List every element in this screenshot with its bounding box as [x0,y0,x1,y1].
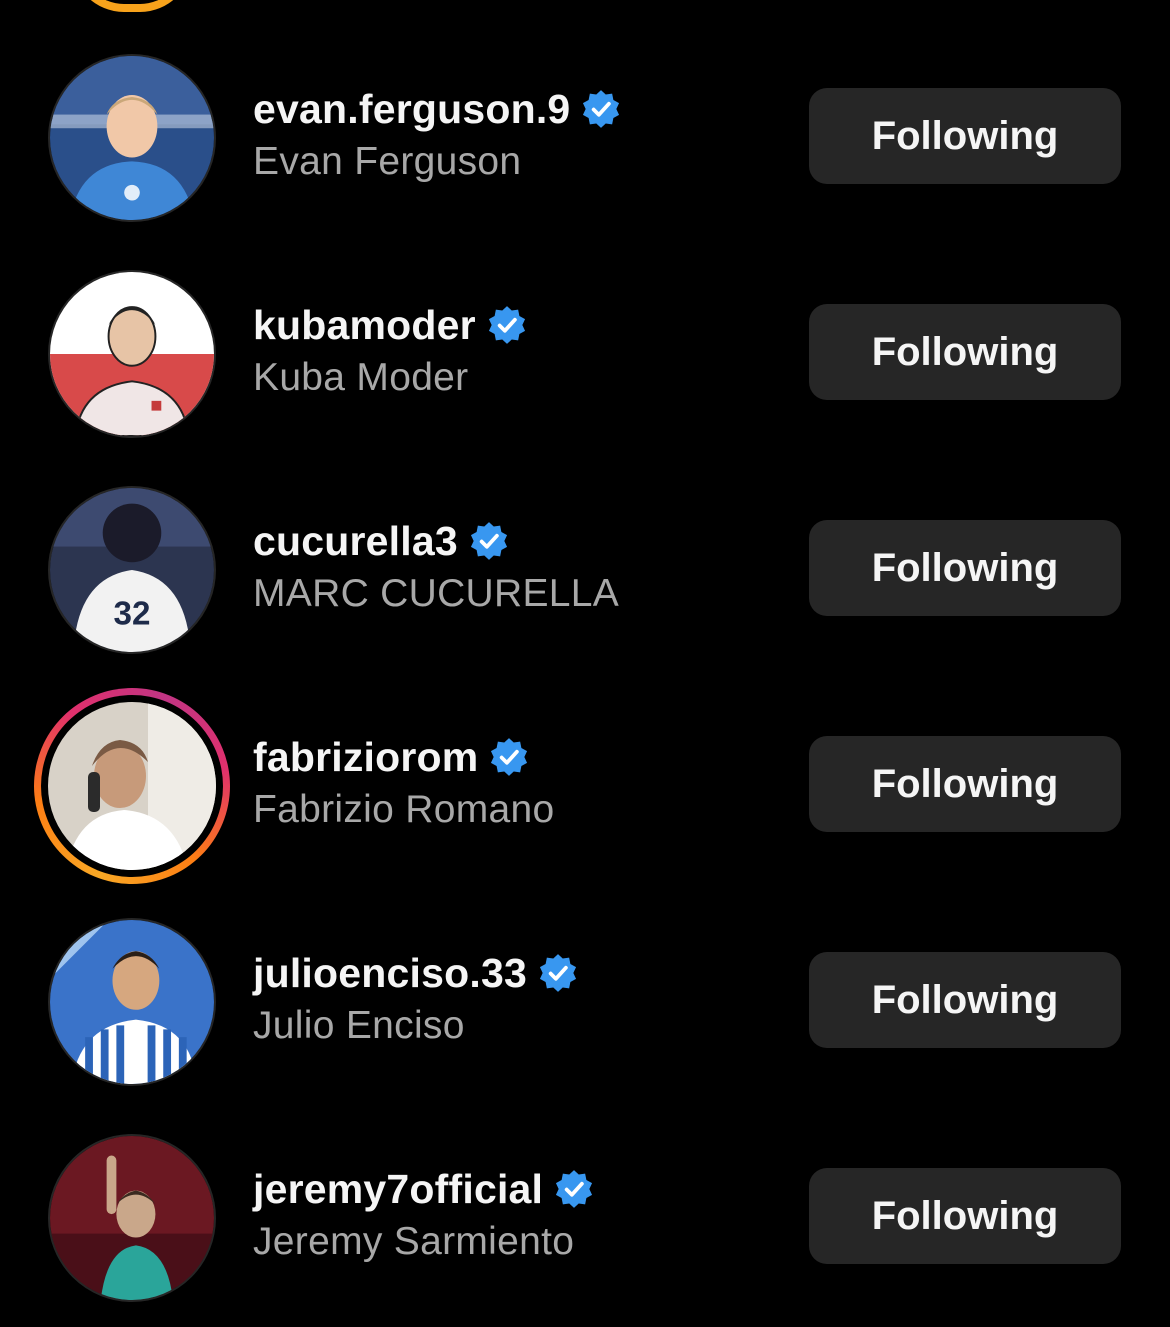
verified-badge-icon [488,736,530,778]
list-item: jeremy7official Jeremy Sarmiento Followi… [0,1108,1170,1324]
username[interactable]: jeremy7official [253,1166,543,1213]
verified-badge-icon [580,88,622,130]
avatar-image [48,702,216,870]
following-list: evan.ferguson.9 Evan Ferguson Following … [0,0,1170,1327]
avatar-image [50,920,214,1084]
full-name: Jeremy Sarmiento [253,1220,575,1263]
full-name: Evan Ferguson [253,140,522,183]
following-button[interactable]: Following [809,1168,1121,1264]
verified-badge-icon [537,952,579,994]
verified-badge-icon [468,520,510,562]
username[interactable]: evan.ferguson.9 [253,86,570,133]
story-ring[interactable] [34,688,230,884]
following-button[interactable]: Following [809,520,1121,616]
following-button[interactable]: Following [809,736,1121,832]
avatar[interactable]: 32 [48,486,216,654]
avatar[interactable] [48,54,216,222]
list-item: fabriziorom Fabrizio Romano Following [0,676,1170,892]
full-name: Kuba Moder [253,356,469,399]
list-item: 32 cucurella3 MARC CUCURELLA Following [0,460,1170,676]
verified-badge-icon [553,1168,595,1210]
avatar-image [50,272,214,436]
avatar [48,702,216,870]
username[interactable]: kubamoder [253,302,476,349]
avatar[interactable] [48,270,216,438]
avatar[interactable] [48,1134,216,1302]
full-name: MARC CUCURELLA [253,572,620,615]
avatar-image [50,1136,214,1300]
avatar[interactable] [48,918,216,1086]
following-button[interactable]: Following [809,88,1121,184]
verified-badge-icon [486,304,528,346]
partial-story-ring-previous-row [72,0,192,12]
list-item: evan.ferguson.9 Evan Ferguson Following [0,28,1170,244]
username[interactable]: cucurella3 [253,518,458,565]
following-button[interactable]: Following [809,304,1121,400]
list-item: julioenciso.33 Julio Enciso Following [0,892,1170,1108]
svg-text:32: 32 [114,596,151,633]
following-button[interactable]: Following [809,952,1121,1048]
full-name: Julio Enciso [253,1004,465,1047]
username[interactable]: julioenciso.33 [253,950,527,997]
list-item: kubamoder Kuba Moder Following [0,244,1170,460]
avatar-image: 32 [50,488,214,652]
username[interactable]: fabriziorom [253,734,478,781]
full-name: Fabrizio Romano [253,788,555,831]
avatar-image [50,56,214,220]
